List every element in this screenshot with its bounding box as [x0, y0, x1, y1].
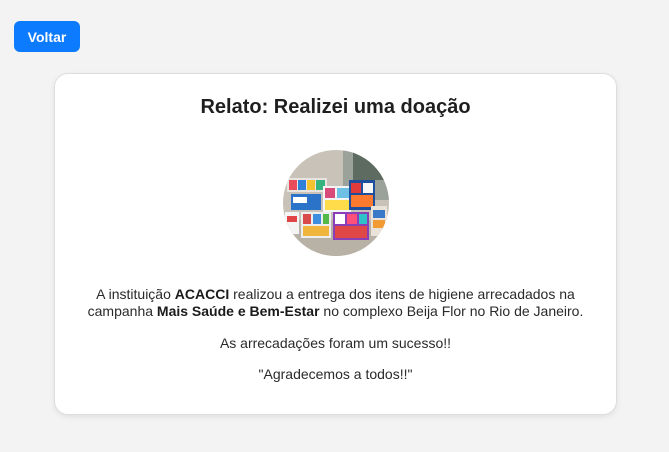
report-paragraph-3: "Agradecemos a todos!!" [258, 366, 413, 382]
paragraph-text: A instituição [96, 286, 175, 302]
report-card: Relato: Realizei uma doação A instituiçã… [54, 73, 617, 415]
page-title: Relato: Realizei uma doação [200, 96, 471, 118]
back-button[interactable]: Voltar [14, 21, 80, 52]
campaign-name: Mais Saúde e Bem-Estar [156, 303, 320, 319]
report-paragraph-2: As arrecadações foram um sucesso!! [219, 335, 452, 351]
report-paragraph-1: A instituição ACACCI realizou a entrega … [75, 286, 596, 320]
donation-photo-image [283, 150, 389, 256]
donation-photo [283, 150, 389, 256]
paragraph-text: no complexo Beija Flor no Rio de Janeiro… [319, 303, 584, 319]
institution-name: ACACCI [174, 286, 230, 302]
